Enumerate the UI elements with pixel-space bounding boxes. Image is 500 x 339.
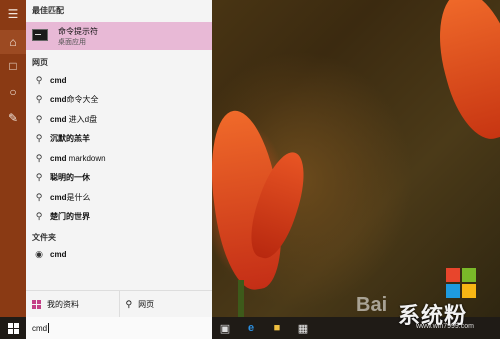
web-result[interactable]: ⚲ cmd 进入d盘 bbox=[26, 110, 212, 129]
search-icon: ⚲ bbox=[35, 192, 43, 202]
notebook-icon[interactable]: □ bbox=[0, 54, 26, 78]
my-stuff-label: 我的资料 bbox=[47, 299, 79, 309]
search-scope-bar: 我的资料 ⚲ 网页 bbox=[26, 290, 212, 317]
search-icon: ⚲ bbox=[125, 298, 133, 309]
web-result-text: 命令大全 bbox=[66, 95, 99, 104]
edge-browser-icon[interactable]: e bbox=[238, 317, 264, 339]
best-match-result[interactable]: 命令提示符 桌面应用 bbox=[26, 22, 212, 50]
section-folders: 文件夹 bbox=[32, 233, 56, 242]
start-button[interactable] bbox=[0, 317, 26, 339]
web-result-bold: cmd bbox=[50, 95, 67, 104]
home-icon[interactable]: ⌂ bbox=[0, 30, 26, 54]
search-icon: ⚲ bbox=[35, 133, 43, 143]
search-input[interactable]: cmd bbox=[26, 317, 212, 339]
search-icon: ⚲ bbox=[35, 153, 43, 163]
web-scope-button[interactable]: ⚲ 网页 bbox=[118, 291, 213, 317]
windows-logo-watermark-icon bbox=[446, 268, 476, 298]
watermark-url: www.win7999.com bbox=[416, 323, 474, 330]
search-icon: ⚲ bbox=[35, 211, 43, 221]
search-results-panel: 最佳匹配 命令提示符 桌面应用 网页 ⚲ cmd ⚲ cmd命令大全 ⚲ cmd 进入… bbox=[26, 0, 212, 317]
web-result[interactable]: ⚲ cmd markdown bbox=[26, 149, 212, 168]
web-result[interactable]: ⚲ cmd命令大全 bbox=[26, 90, 212, 109]
web-result-bold: cmd bbox=[50, 76, 67, 85]
search-icon: ⚲ bbox=[35, 94, 43, 104]
web-result-text: markdown bbox=[66, 154, 106, 163]
baidu-watermark: Bai bbox=[356, 294, 388, 316]
web-result-text: 楚门的世界 bbox=[50, 212, 90, 221]
folder-result-bold: cmd bbox=[50, 250, 67, 259]
section-best-match: 最佳匹配 bbox=[32, 6, 64, 15]
task-view-icon[interactable]: ▣ bbox=[212, 317, 238, 339]
web-result-bold: cmd bbox=[50, 154, 67, 163]
section-web: 网页 bbox=[32, 58, 48, 67]
windows-logo-icon bbox=[7, 322, 19, 334]
text-caret bbox=[48, 323, 50, 333]
folder-result[interactable]: ◉ cmd bbox=[26, 245, 212, 264]
windows-logo-icon bbox=[32, 299, 41, 309]
web-result[interactable]: ⚲ cmd是什么 bbox=[26, 188, 212, 207]
web-result[interactable]: ⚲ 聪明的一休 bbox=[26, 168, 212, 187]
my-stuff-button[interactable]: 我的资料 bbox=[26, 291, 119, 317]
command-prompt-icon bbox=[32, 29, 48, 41]
web-result-text: 沉默的羔羊 bbox=[50, 134, 90, 143]
search-icon: ⚲ bbox=[35, 75, 43, 85]
web-result-bold: cmd bbox=[50, 193, 67, 202]
web-result[interactable]: ⚲ 楚门的世界 bbox=[26, 207, 212, 226]
best-match-subtitle: 桌面应用 bbox=[58, 39, 86, 46]
web-result-bold: cmd bbox=[50, 115, 67, 124]
flower-petal bbox=[425, 0, 500, 147]
best-match-title: 命令提示符 bbox=[58, 27, 98, 36]
search-icon: ⚲ bbox=[35, 114, 43, 124]
store-icon[interactable]: ▦ bbox=[290, 317, 316, 339]
web-result-text: 进入d盘 bbox=[66, 115, 98, 124]
web-result[interactable]: ⚲ cmd bbox=[26, 71, 212, 90]
lightbulb-icon[interactable]: ○ bbox=[0, 80, 26, 104]
web-result[interactable]: ⚲ 沉默的羔羊 bbox=[26, 129, 212, 148]
web-result-text: 聪明的一休 bbox=[50, 173, 90, 182]
file-explorer-icon[interactable]: ■ bbox=[264, 317, 290, 339]
web-scope-label: 网页 bbox=[138, 299, 155, 309]
web-result-text: 是什么 bbox=[66, 193, 91, 202]
feedback-icon[interactable]: ✎ bbox=[0, 106, 26, 130]
flower-stem bbox=[238, 280, 244, 320]
hamburger-menu-icon[interactable]: ☰ bbox=[0, 2, 26, 26]
search-icon: ⚲ bbox=[35, 172, 43, 182]
search-input-value: cmd bbox=[32, 323, 48, 333]
start-left-rail: ☰ ⌂ □ ○ ✎ bbox=[0, 0, 26, 317]
folder-icon: ◉ bbox=[35, 249, 43, 259]
